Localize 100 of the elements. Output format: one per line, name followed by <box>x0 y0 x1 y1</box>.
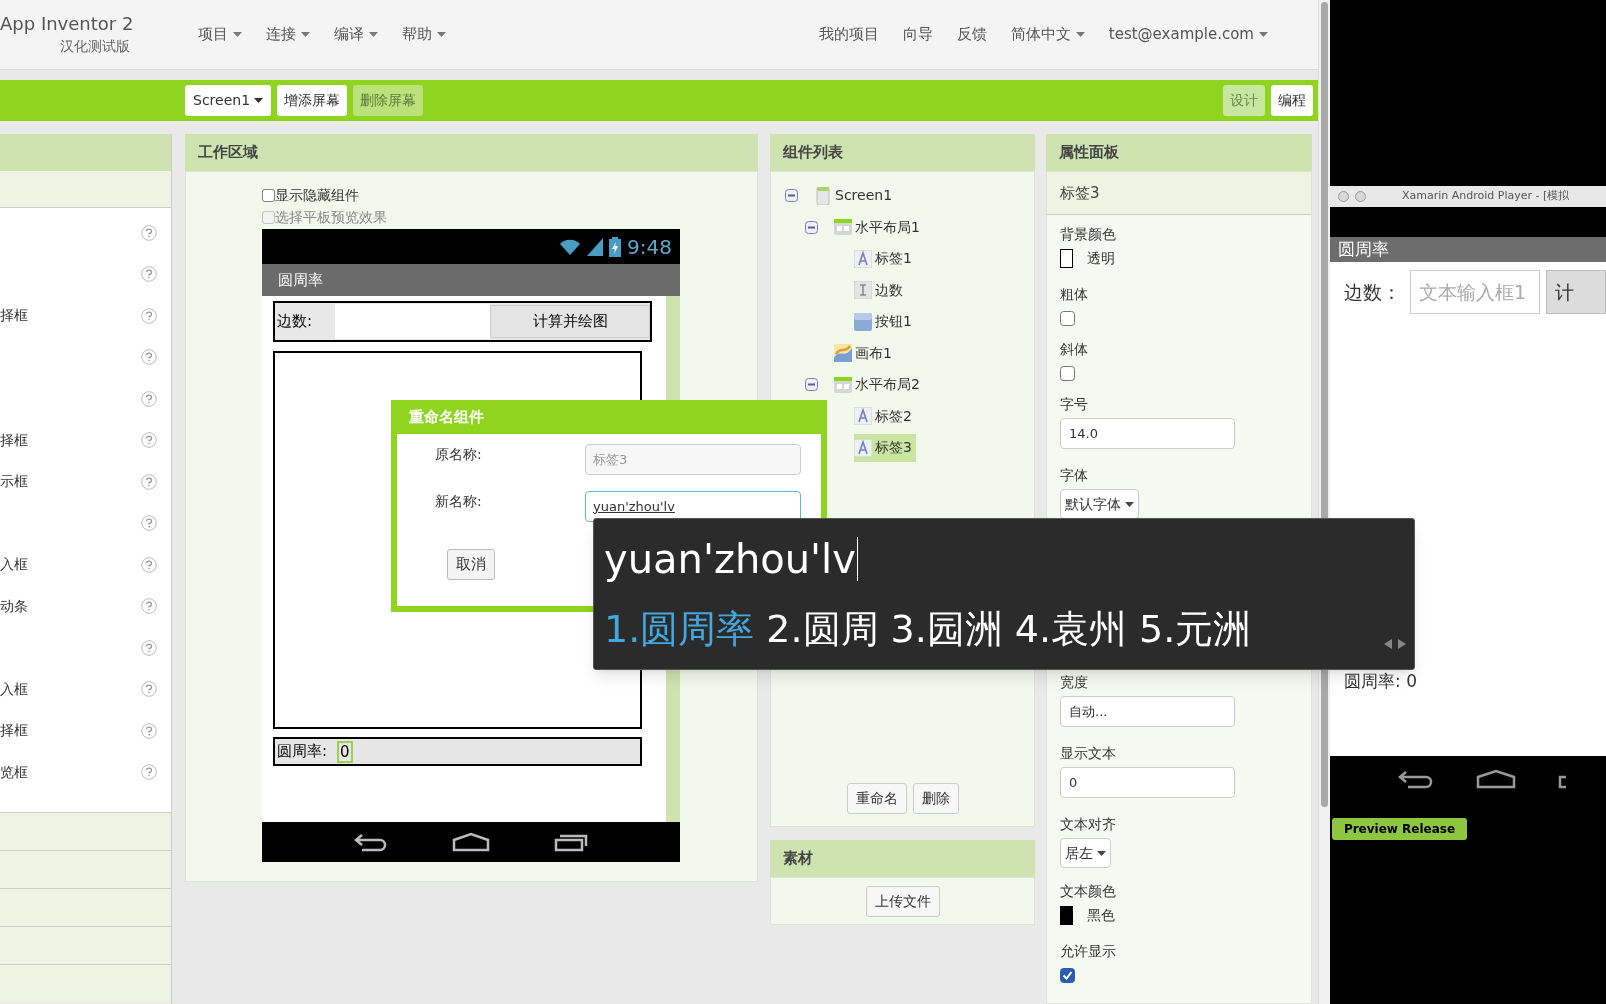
recents-icon[interactable] <box>554 832 588 852</box>
palette-item[interactable]: 择框 <box>0 429 28 451</box>
nav-menu[interactable]: 反馈 <box>956 23 987 46</box>
property-label: 粗体 <box>1060 285 1089 304</box>
calculate-button[interactable]: 计 <box>1546 270 1606 314</box>
tree-item[interactable]: Screen1 <box>814 181 897 210</box>
property-field[interactable]: 0 <box>1060 767 1235 798</box>
nav-menu[interactable]: 简体中文 <box>1010 23 1085 46</box>
drawer-header[interactable] <box>0 812 171 850</box>
battery-icon <box>609 236 622 257</box>
checkbox-label: 显示隐藏组件 <box>275 185 359 205</box>
back-icon[interactable] <box>354 832 388 852</box>
ime-candidate[interactable]: 2.圆周 <box>766 603 879 655</box>
help-icon[interactable] <box>141 266 157 283</box>
help-icon[interactable] <box>141 764 157 781</box>
nav-menu[interactable]: 连接 <box>266 23 310 46</box>
upload-button[interactable]: 上传文件 <box>865 885 940 917</box>
ime-candidate[interactable]: 1.圆周率 <box>604 603 755 655</box>
help-icon[interactable] <box>141 681 157 698</box>
page-arrows-icon[interactable] <box>1384 639 1406 649</box>
help-icon[interactable] <box>141 556 157 573</box>
tree-item[interactable]: 边数 <box>854 276 907 305</box>
drawer-header[interactable] <box>0 964 171 1002</box>
text-input[interactable] <box>335 304 490 339</box>
palette-item[interactable]: 动条 <box>0 595 28 617</box>
help-icon[interactable] <box>141 515 157 532</box>
help-icon[interactable] <box>141 224 157 241</box>
field-label: 边数: <box>276 311 314 333</box>
palette-item[interactable]: 入框 <box>0 678 28 700</box>
palette-item[interactable]: 入框 <box>0 554 28 576</box>
window-control-icon[interactable] <box>1338 191 1349 202</box>
ime-candidate[interactable]: 5.元洲 <box>1139 603 1252 655</box>
tree-item[interactable]: 标签1 <box>854 244 916 273</box>
help-icon[interactable] <box>141 473 157 490</box>
tree-item[interactable]: 水平布局1 <box>834 213 924 242</box>
screen-dropdown[interactable]: Screen1 <box>185 85 272 116</box>
checkbox-label: 选择平板预览效果 <box>275 207 387 227</box>
panel-title: 组件列表 <box>770 134 1035 171</box>
drawer-header[interactable] <box>0 926 171 964</box>
nav-menu[interactable]: 项目 <box>198 23 242 46</box>
help-icon[interactable] <box>141 432 157 449</box>
property-dropdown[interactable]: 居左 <box>1060 838 1111 868</box>
ime-candidate[interactable]: 4.袁州 <box>1014 603 1128 655</box>
collapse-icon[interactable] <box>785 189 798 203</box>
component-button[interactable]: 删除 <box>912 783 959 814</box>
nav-menu[interactable]: 向导 <box>902 23 933 46</box>
nav-menu[interactable]: 我的项目 <box>818 23 879 46</box>
palette-item[interactable]: 择框 <box>0 720 28 742</box>
property-label: 背景颜色 <box>1060 225 1117 244</box>
tree-item[interactable]: 水平布局2 <box>834 370 924 399</box>
property-dropdown[interactable]: 默认字体 <box>1060 489 1139 519</box>
tree-item[interactable]: 画布1 <box>834 339 896 368</box>
app-title: App Inventor 2 <box>0 12 134 36</box>
home-icon[interactable] <box>452 832 490 852</box>
nav-menu[interactable]: test@example.com <box>1108 23 1268 46</box>
help-icon[interactable] <box>141 390 157 407</box>
collapse-icon[interactable] <box>805 378 818 392</box>
palette-item[interactable]: 择框 <box>0 305 28 327</box>
property-field[interactable]: 14.0 <box>1060 418 1235 449</box>
component-button[interactable]: 重命名 <box>846 783 907 814</box>
checkbox[interactable] <box>1060 366 1075 381</box>
help-icon[interactable] <box>141 722 157 739</box>
checkbox[interactable] <box>262 188 275 202</box>
property-label: 文本对齐 <box>1060 815 1117 834</box>
letter-icon <box>854 438 872 457</box>
property-label: 文本颜色 <box>1060 882 1117 901</box>
view-tab[interactable]: 编程 <box>1271 85 1313 116</box>
back-icon[interactable] <box>1398 768 1434 789</box>
caret-icon <box>254 98 264 103</box>
drawer-header[interactable] <box>0 888 171 926</box>
ime-candidate[interactable]: 3.园洲 <box>890 603 1003 655</box>
tree-item[interactable]: 标签3 <box>854 433 916 462</box>
palette-item[interactable]: 示框 <box>0 471 28 493</box>
property-field[interactable]: 自动... <box>1060 696 1235 727</box>
collapse-icon[interactable] <box>805 220 818 234</box>
field-label: 新名称: <box>435 492 483 511</box>
letter-icon <box>854 249 872 268</box>
drawer-header[interactable] <box>0 850 171 888</box>
nav-menu[interactable]: 帮助 <box>402 23 446 46</box>
help-icon[interactable] <box>141 307 157 324</box>
calculate-button[interactable]: 计算并绘图 <box>490 305 650 338</box>
help-icon[interactable] <box>141 598 157 615</box>
color-swatch[interactable] <box>1060 248 1073 268</box>
window-title: Xamarin Android Player - [模拟 <box>1402 188 1570 205</box>
nav-menu[interactable]: 编译 <box>334 23 378 46</box>
tree-item[interactable]: 按钮1 <box>854 307 916 336</box>
color-swatch[interactable] <box>1060 905 1073 925</box>
checkbox[interactable] <box>1060 968 1075 983</box>
help-icon[interactable] <box>141 639 157 656</box>
toolbar-button[interactable]: 增添屏幕 <box>277 85 348 116</box>
checkbox[interactable] <box>1060 311 1075 326</box>
preview-release-badge: Preview Release <box>1332 818 1467 840</box>
tree-item[interactable]: 标签2 <box>854 402 916 431</box>
window-control-icon[interactable] <box>1355 191 1366 202</box>
canvas-icon <box>834 344 852 363</box>
home-icon[interactable] <box>1476 768 1516 789</box>
cancel-button[interactable]: 取消 <box>447 549 495 580</box>
help-icon[interactable] <box>141 349 157 366</box>
property-label: 字体 <box>1060 466 1089 485</box>
palette-item[interactable]: 览框 <box>0 761 28 783</box>
